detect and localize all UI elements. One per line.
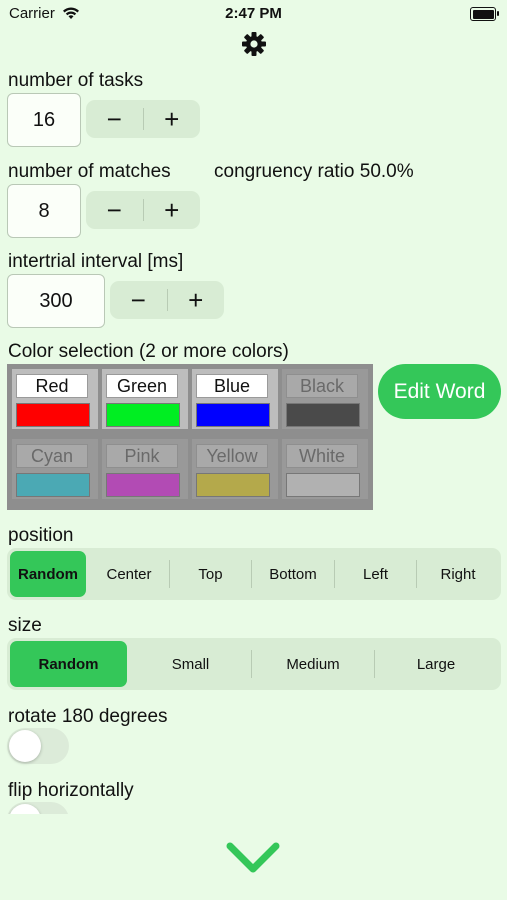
position-option-center[interactable]: Center [89,548,169,600]
size-option-random[interactable]: Random [10,641,127,687]
position-option-top[interactable]: Top [170,548,251,600]
battery-icon [470,7,499,21]
color-swatch [16,403,90,427]
color-swatch [286,403,360,427]
color-name: Cyan [16,444,88,468]
chevron-down-icon[interactable] [222,838,284,883]
color-grid: Red Green Blue Black Cyan Pink Yellow Wh… [7,364,373,510]
position-option-right[interactable]: Right [417,548,499,600]
interval-minus-button[interactable]: − [110,281,167,319]
edit-word-button[interactable]: Edit Word [378,364,501,419]
color-swatch [286,473,360,497]
size-option-medium[interactable]: Medium [252,638,374,690]
color-swatch [106,403,180,427]
toggle-knob [9,730,41,762]
color-cell-blue[interactable]: Blue [192,369,278,429]
matches-plus-button[interactable]: + [144,191,201,229]
matches-minus-button[interactable]: − [86,191,143,229]
rotate-label: rotate 180 degrees [8,706,168,727]
tasks-stepper: − + [86,100,200,138]
color-cell-yellow[interactable]: Yellow [192,439,278,499]
color-cell-green[interactable]: Green [102,369,188,429]
toggle-knob [9,804,41,814]
color-swatch [196,403,270,427]
matches-label: number of matches [8,161,171,182]
color-name: Black [286,374,358,398]
position-option-bottom[interactable]: Bottom [252,548,334,600]
color-swatch [196,473,270,497]
color-cell-cyan[interactable]: Cyan [12,439,98,499]
clock: 2:47 PM [225,5,282,22]
tasks-plus-button[interactable]: + [144,100,201,138]
size-label: size [8,615,42,636]
position-option-left[interactable]: Left [335,548,416,600]
tasks-label: number of tasks [8,70,144,91]
rotate-toggle[interactable] [7,728,69,764]
size-segmented-control: Random Small Medium Large [7,638,501,690]
color-name: White [286,444,358,468]
color-name: Yellow [196,444,268,468]
color-cell-red[interactable]: Red [12,369,98,429]
flip-label: flip horizontally [8,780,134,801]
color-swatch [16,473,90,497]
matches-stepper: − + [86,191,200,229]
color-swatch [106,473,180,497]
status-bar: Carrier 2:47 PM [0,0,507,28]
position-segmented-control: Random Center Top Bottom Left Right [7,548,501,600]
tasks-minus-button[interactable]: − [86,100,143,138]
gear-icon[interactable] [241,31,267,62]
color-selection-label: Color selection (2 or more colors) [8,341,289,362]
position-label: position [8,525,74,546]
matches-value-field[interactable]: 8 [7,184,81,238]
color-name: Green [106,374,178,398]
color-cell-pink[interactable]: Pink [102,439,188,499]
color-name: Blue [196,374,268,398]
interval-label: intertrial interval [ms] [8,251,184,272]
color-name: Pink [106,444,178,468]
flip-toggle[interactable] [7,802,69,814]
congruency-ratio-label: congruency ratio 50.0% [214,161,414,182]
interval-value-field[interactable]: 300 [7,274,105,328]
interval-plus-button[interactable]: + [168,281,225,319]
position-option-random[interactable]: Random [10,551,86,597]
color-cell-black[interactable]: Black [282,369,368,429]
tasks-value-field[interactable]: 16 [7,93,81,147]
interval-stepper: − + [110,281,224,319]
size-option-large[interactable]: Large [375,638,497,690]
flip-toggle-clip [0,800,507,814]
size-option-small[interactable]: Small [130,638,251,690]
color-name: Red [16,374,88,398]
color-cell-white[interactable]: White [282,439,368,499]
